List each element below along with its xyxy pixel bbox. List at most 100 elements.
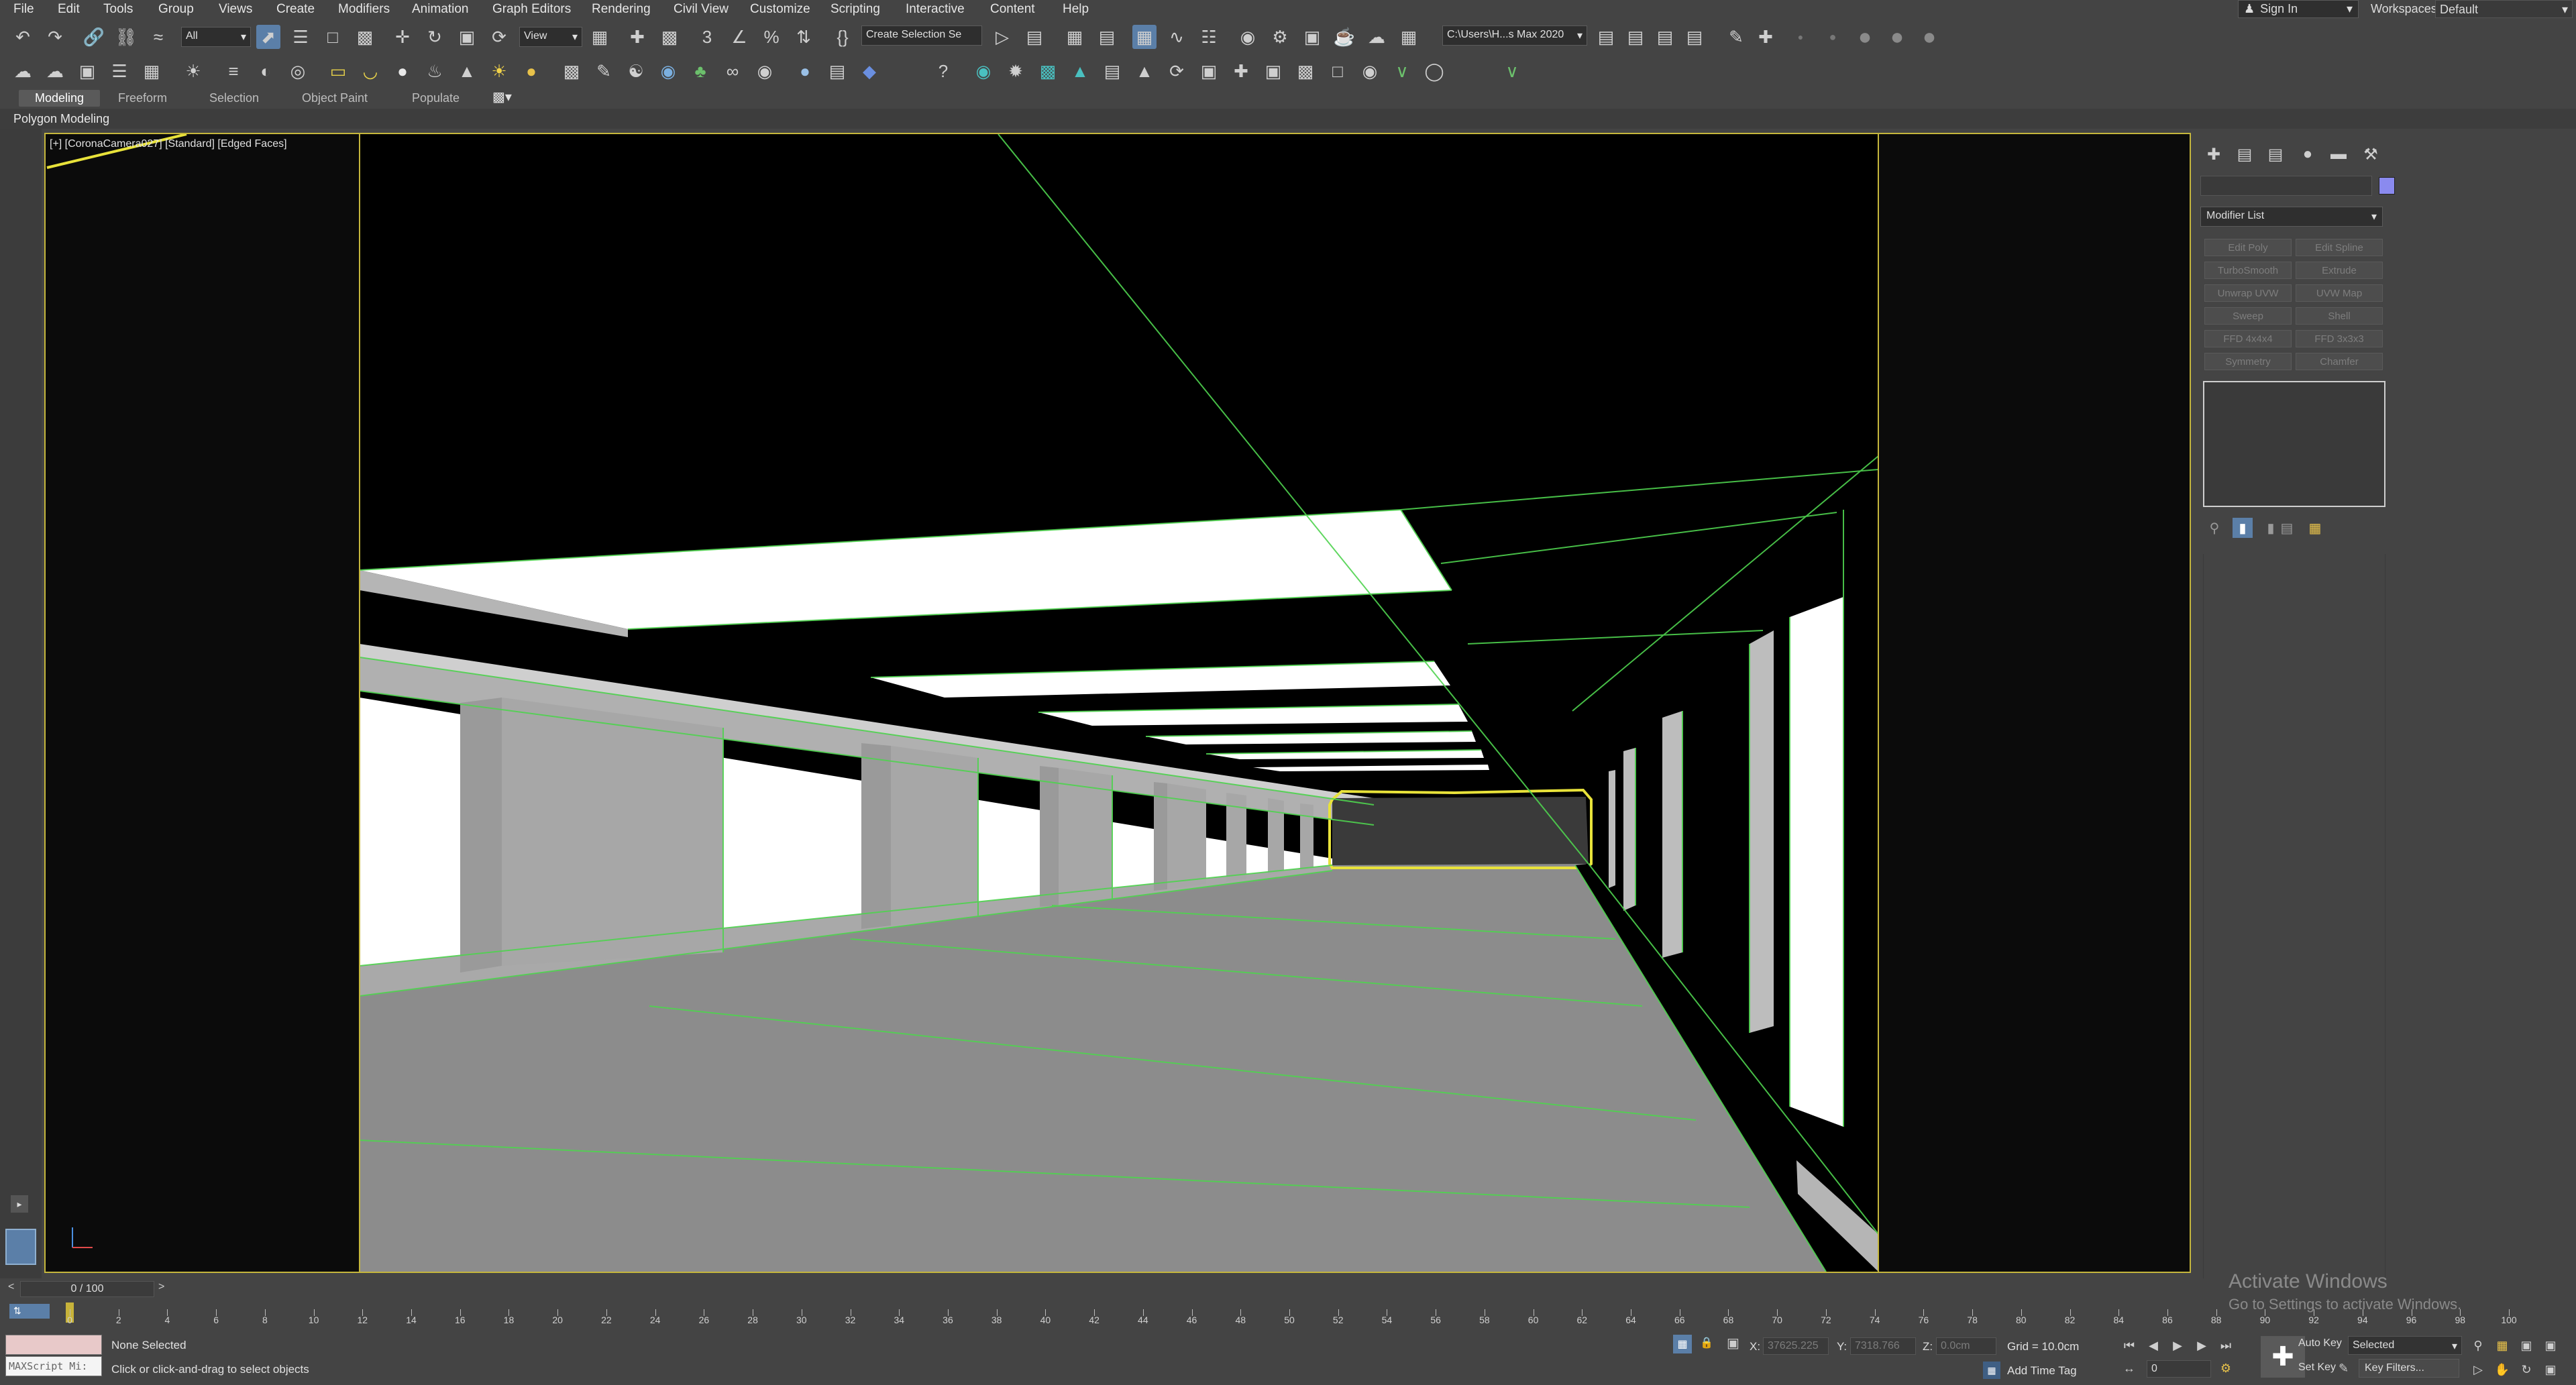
tab-object-paint[interactable]: Object Paint [302,91,368,105]
adjust-icon[interactable]: ≡ [221,59,246,83]
menu-tools[interactable]: Tools [103,2,133,17]
slider-left-icon[interactable]: < [8,1281,14,1293]
circle-icon[interactable]: ● [1885,24,1909,50]
network-icon[interactable]: ☯ [624,59,648,83]
project-settings-icon[interactable]: ▤ [1682,25,1707,49]
menu-help[interactable]: Help [1063,2,1089,17]
modifier-sweep-button[interactable]: Sweep [2204,307,2292,325]
absolute-mode-icon[interactable]: ▣ [1727,1335,1739,1351]
globe-icon[interactable]: ◉ [656,59,680,83]
render-production-icon[interactable]: ☕ [1332,25,1356,49]
tab-modeling[interactable]: Modeling [19,90,101,107]
render-region-icon[interactable]: ▲ [1068,59,1092,83]
object-props-icon[interactable]: ▩ [1293,59,1318,83]
window-crossing-icon[interactable]: ▩ [353,25,377,49]
configure-modifier-sets-icon[interactable]: ▦ [2305,518,2325,538]
add-time-tag[interactable]: Add Time Tag [2007,1364,2077,1378]
light-icon[interactable]: ◉ [971,59,996,83]
bind-space-warp-icon[interactable]: ≈ [146,25,170,49]
display-tab-icon[interactable]: ▬ [2326,142,2351,166]
key-mode-toggle-icon[interactable]: ↔ [2120,1359,2139,1378]
modifier-stack[interactable] [2203,381,2385,507]
menu-create[interactable]: Create [276,2,315,17]
tool-wand-icon[interactable]: ✎ [1724,25,1748,49]
tab-populate[interactable]: Populate [412,91,460,105]
key-filters-button[interactable]: Key Filters... [2359,1359,2459,1378]
box-icon[interactable]: ▭ [326,59,350,83]
go-to-end-icon[interactable]: ⏭ [2216,1336,2235,1355]
project-create-icon[interactable]: ▤ [1623,25,1648,49]
modifier-ffd-333-button[interactable]: FFD 3x3x3 [2296,330,2383,347]
bulb-outline-icon[interactable]: ◯ [1422,59,1446,83]
current-frame-field[interactable]: 0 [2147,1360,2211,1378]
modify-tab-icon[interactable]: ▤ [2233,142,2257,166]
schematic-view-icon[interactable]: ☷ [1197,25,1221,49]
dot-icon[interactable]: ● [1788,25,1813,49]
link-icon[interactable]: 🔗 [82,25,106,49]
target-icon[interactable]: ◎ [286,59,310,83]
project-folder-dropdown[interactable]: C:\Users\H...s Max 2020 ▾ [1442,25,1587,46]
sphere-icon[interactable]: ● [390,59,415,83]
menu-modifiers[interactable]: Modifiers [338,2,390,17]
named-selection-dropdown[interactable]: Create Selection Se [861,25,982,46]
square-outline-icon[interactable]: □ [1326,59,1350,83]
frame-select-icon[interactable]: ▣ [1261,59,1285,83]
go-to-start-icon[interactable]: ⏮ [2120,1336,2139,1355]
undo-icon[interactable]: ↶ [11,25,35,49]
toggle-ribbon-icon[interactable]: ▦ [1132,25,1157,49]
texture-icon[interactable]: ◉ [753,59,777,83]
select-manipulate-icon[interactable]: ✚ [625,25,649,49]
angle-snap-icon[interactable]: ∠ [727,25,751,49]
pattern-icon[interactable]: ▩ [559,59,584,83]
zoom-all-icon[interactable]: ▦ [2493,1336,2512,1355]
modifier-unwrap-uvw-button[interactable]: Unwrap UVW [2204,284,2292,302]
rotate-icon[interactable]: ↻ [423,25,447,49]
edit-named-selection-icon[interactable]: {} [830,25,855,49]
half-circle-icon[interactable]: ◐ [254,59,278,83]
modifier-edit-spline-button[interactable]: Edit Spline [2296,239,2383,256]
workspace-select[interactable]: Default ▾ [2435,0,2573,18]
modifier-edit-poly-button[interactable]: Edit Poly [2204,239,2292,256]
project-save-icon[interactable]: ▤ [1653,25,1677,49]
zoom-extents-icon[interactable]: ▣ [2517,1336,2536,1355]
keyboard-shortcut-icon[interactable]: ▩ [657,25,682,49]
yellow-sphere-icon[interactable]: ● [519,59,543,83]
selection-filter-dropdown[interactable]: All ▾ [181,27,251,47]
utilities-tab-icon[interactable]: ⚒ [2359,142,2383,166]
sign-in-dropdown[interactable]: ♟ Sign In ▾ [2238,0,2359,18]
project-open-icon[interactable]: ▤ [1594,25,1618,49]
rectangular-selection-icon[interactable]: □ [321,25,345,49]
menu-group[interactable]: Group [158,2,194,17]
key-selection-dropdown[interactable]: Selected ▾ [2348,1336,2462,1355]
pan-view-icon[interactable]: ✋ [2493,1360,2512,1379]
layer-icon[interactable]: ▣ [1197,59,1221,83]
a360-gallery-icon[interactable]: ▦ [1397,25,1421,49]
menu-file[interactable]: File [13,2,34,17]
create-tab-icon[interactable]: ✚ [2202,142,2226,166]
sun-icon[interactable]: ☀ [487,59,511,83]
pin-stack-icon[interactable]: ⚲ [2204,518,2224,538]
isolate-selection-icon[interactable]: ▦ [1673,1335,1692,1353]
material-sphere-icon[interactable]: ● [793,59,817,83]
menu-graph-editors[interactable]: Graph Editors [492,2,571,17]
zoom-icon[interactable]: ⚲ [2469,1336,2487,1355]
unlink-icon[interactable]: ⛓ [114,25,138,49]
crosshair-icon[interactable]: ✚ [1229,59,1253,83]
expand-layouts-icon[interactable]: ▸ [11,1195,28,1213]
modifier-list-dropdown[interactable]: Modifier List ▾ [2200,207,2383,227]
scale-icon[interactable]: ▣ [455,25,479,49]
play-icon[interactable]: ▶ [2168,1336,2187,1355]
cone-icon[interactable]: ▲ [455,59,479,83]
menu-scripting[interactable]: Scripting [830,2,880,17]
modifier-ffd-444-button[interactable]: FFD 4x4x4 [2204,330,2292,347]
select-by-name-icon[interactable]: ☰ [288,25,313,49]
time-config-icon[interactable]: ⚙ [2216,1359,2235,1378]
toggle-layer-explorer-icon[interactable]: ▤ [1095,25,1119,49]
menu-edit[interactable]: Edit [58,2,80,17]
spinner-snap-icon[interactable]: ⇅ [792,25,816,49]
bulb-icon[interactable]: ☀ [181,59,205,83]
lock-icon[interactable]: 🔒 [1700,1336,1713,1349]
redo-icon[interactable]: ↷ [43,25,67,49]
y-coordinate-field[interactable]: 7318.766 [1850,1337,1916,1355]
brush-icon[interactable]: ✎ [592,59,616,83]
